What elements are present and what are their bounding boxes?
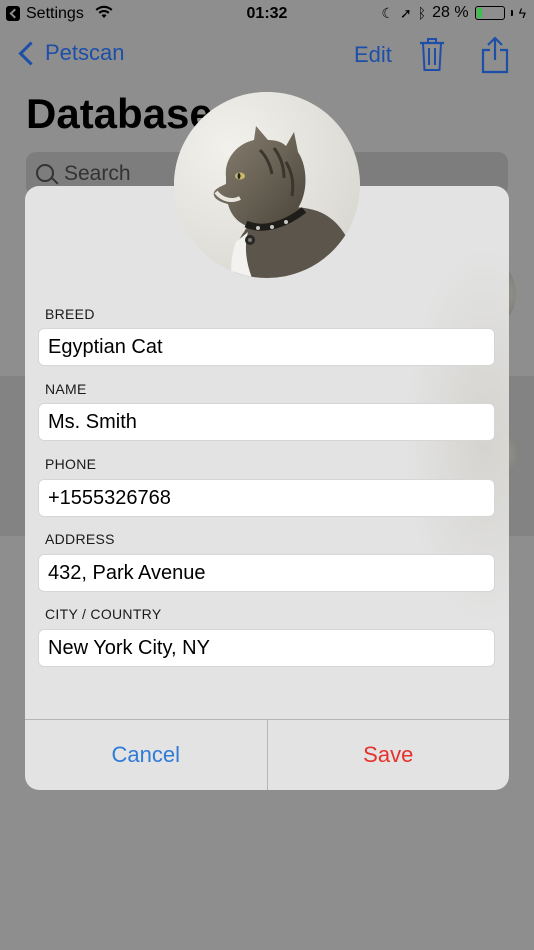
address-label: ADDRESS (45, 531, 115, 547)
breed-label: BREED (45, 306, 95, 322)
moon-icon: ☾ (381, 4, 394, 21)
battery-icon (474, 6, 505, 20)
save-button[interactable]: Save (268, 720, 510, 790)
chevron-left-icon (18, 40, 43, 66)
cancel-button[interactable]: Cancel (25, 720, 268, 790)
page-title: Database (26, 90, 213, 137)
back-button-label: Petscan (45, 40, 125, 65)
phone-field[interactable] (38, 479, 495, 517)
phone-label: PHONE (45, 456, 97, 472)
back-button[interactable]: Petscan (16, 40, 125, 66)
search-placeholder: Search (64, 162, 131, 185)
search-icon (36, 164, 54, 182)
dialog-actions: Cancel Save (25, 719, 509, 790)
battery-level (476, 8, 483, 18)
cat-photo-illustration (174, 92, 360, 278)
pet-photo[interactable] (174, 92, 360, 278)
charging-bolt-icon: ϟ (518, 5, 526, 21)
navigation-bar: Petscan Edit (0, 30, 534, 80)
city-country-field[interactable] (38, 629, 495, 667)
city-country-label: CITY / COUNTRY (45, 606, 162, 622)
bluetooth-icon: ᛒ (417, 5, 427, 21)
share-icon[interactable] (480, 36, 510, 74)
edit-button[interactable]: Edit (354, 42, 392, 68)
battery-tip (510, 10, 513, 16)
location-arrow-icon: ➚ (399, 4, 412, 21)
status-bar: Settings 01:32 ☾ ➚ ᛒ 28 % ϟ (0, 0, 534, 28)
name-field[interactable] (38, 403, 495, 441)
battery-percent: 28 % (432, 4, 469, 21)
breed-field[interactable] (38, 328, 495, 366)
name-label: NAME (45, 381, 87, 397)
trash-icon[interactable] (418, 36, 446, 72)
address-field[interactable] (38, 554, 495, 592)
